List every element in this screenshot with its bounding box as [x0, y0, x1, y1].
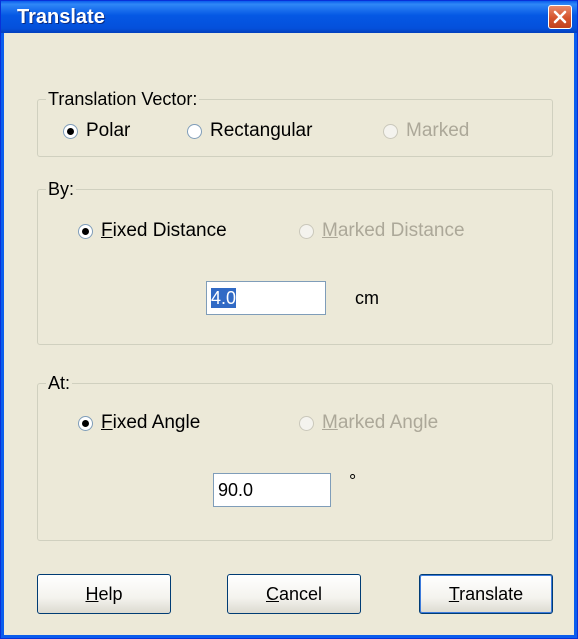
- radio-indicator: [299, 223, 314, 239]
- radio-indicator: [78, 415, 93, 431]
- distance-unit: cm: [355, 288, 379, 308]
- fixed-angle-radio[interactable]: Fixed Angle: [78, 412, 200, 434]
- radio-indicator: [78, 223, 93, 239]
- polar-radio[interactable]: Polar: [63, 120, 130, 142]
- marked-angle-label: Marked Angle: [322, 412, 439, 433]
- angle-input[interactable]: 90.0: [213, 473, 331, 507]
- at-group: At:: [37, 373, 553, 541]
- by-legend: By:: [48, 179, 75, 199]
- radio-indicator: [299, 415, 314, 431]
- marked-angle-radio: Marked Angle: [299, 412, 438, 434]
- fixed-distance-radio[interactable]: Fixed Distance: [78, 220, 227, 242]
- close-button[interactable]: [548, 5, 572, 29]
- rectangular-radio[interactable]: Rectangular: [187, 120, 312, 142]
- translation-vector-legend: Translation Vector:: [48, 89, 198, 109]
- title-bar[interactable]: Translate: [1, 1, 577, 33]
- radio-indicator: [187, 123, 202, 139]
- rectangular-label: Rectangular: [210, 120, 313, 141]
- angle-unit: °: [349, 471, 357, 491]
- translate-dialog: Translate Translation Vector: Polar Rect…: [0, 0, 578, 639]
- window-title: Translate: [17, 6, 105, 28]
- marked-distance-radio: Marked Distance: [299, 220, 465, 242]
- radio-indicator: [383, 123, 398, 139]
- marked-radio: Marked: [383, 120, 469, 142]
- at-legend: At:: [48, 373, 71, 393]
- distance-value: 4.0: [211, 288, 237, 308]
- cancel-button[interactable]: Cancel: [227, 574, 361, 614]
- polar-label: Polar: [86, 120, 131, 141]
- fixed-distance-label: Fixed Distance: [101, 220, 227, 241]
- marked-label: Marked: [406, 120, 470, 141]
- translate-button[interactable]: Translate: [419, 574, 553, 614]
- distance-input[interactable]: 4.0: [206, 281, 326, 315]
- by-group: By:: [37, 179, 553, 345]
- fixed-angle-label: Fixed Angle: [101, 412, 201, 433]
- angle-value: 90.0: [218, 480, 254, 500]
- radio-indicator: [63, 123, 78, 139]
- help-button[interactable]: Help: [37, 574, 171, 614]
- close-icon: [553, 10, 567, 24]
- marked-distance-label: Marked Distance: [322, 220, 465, 241]
